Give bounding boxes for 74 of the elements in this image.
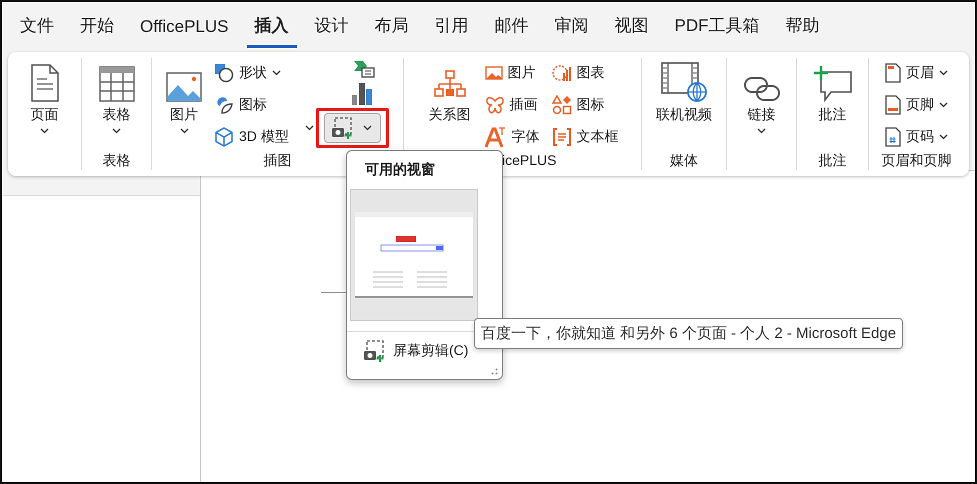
link-icon [742, 76, 780, 102]
shapes-icon [552, 95, 572, 115]
smartart-icon [352, 60, 375, 78]
comment-add-icon [812, 66, 852, 102]
link-button[interactable]: 链接 [738, 58, 784, 136]
3d-model-button[interactable]: 3D 模型 [212, 124, 291, 150]
page-button[interactable]: 页面 [26, 58, 64, 136]
ribbon-tab[interactable]: 布局 [366, 14, 417, 48]
chevron-icon [272, 70, 281, 76]
illustration-button[interactable]: 插画 [482, 92, 542, 118]
chevron-icon [112, 128, 121, 134]
tooltip: 百度一下，你就知道 和另外 6 个页面 - 个人 2 - Microsoft Edge [474, 318, 904, 349]
screenshot-icon [330, 117, 353, 139]
ribbon-tab[interactable]: 引用 [426, 14, 477, 48]
picture-button[interactable]: 图片 [162, 58, 206, 136]
header-button[interactable]: 页眉 [883, 60, 950, 86]
text-box-button[interactable]: 文本框 [550, 124, 620, 150]
font-button[interactable]: 字体 [482, 124, 542, 150]
ribbon-tab[interactable]: 文件 [12, 14, 62, 48]
group-label: icePLUS [502, 152, 556, 168]
ribbon-tab[interactable]: PDF工具箱 [666, 14, 768, 48]
ribbon-tab[interactable]: OfficePLUS [132, 17, 237, 48]
shapes-icon [214, 63, 234, 83]
group-label: 表格 [102, 152, 130, 168]
chevron-icon [180, 128, 188, 134]
film-globe-icon [661, 62, 707, 102]
pie-chart-icon [552, 64, 572, 82]
page-icon [30, 64, 60, 102]
ribbon-tab[interactable]: 开始 [72, 14, 122, 48]
icons-button[interactable]: 图标 [550, 92, 620, 118]
butterfly-icon [484, 95, 504, 115]
ribbon-tab[interactable]: 设计 [306, 14, 357, 48]
table-button[interactable]: 表格 [94, 58, 138, 136]
text-box-icon [552, 127, 572, 147]
page-number-button[interactable]: 页码 [883, 124, 950, 150]
cube-icon [214, 127, 234, 147]
group-label: 媒体 [670, 152, 698, 168]
online-video-button[interactable]: 联机视频 [652, 58, 716, 126]
group-label: 批注 [818, 152, 846, 168]
picture-icon [166, 72, 202, 102]
ribbon-tab[interactable]: 帮助 [778, 14, 828, 48]
chevron-icon [362, 125, 372, 131]
bar-chart-icon [350, 82, 373, 106]
icons-button[interactable]: 图标 [212, 92, 291, 118]
resize-grip-icon [491, 368, 498, 375]
ribbon-tab[interactable]: 审阅 [546, 14, 597, 48]
page-number-icon [885, 127, 901, 147]
ribbon-tab[interactable]: 视图 [606, 14, 657, 48]
chevron-icon [939, 102, 948, 108]
diagram-button[interactable]: 关系图 [424, 58, 474, 126]
comment-button[interactable]: 批注 [808, 58, 856, 126]
menu-title: 可用的视窗 [365, 161, 435, 177]
group-label: 插图 [264, 152, 292, 168]
chart-button[interactable]: 图表 [550, 60, 620, 86]
screenshot-button[interactable] [324, 113, 381, 143]
header-icon [885, 63, 901, 83]
footer-icon [885, 95, 901, 115]
chevron-icon [939, 70, 948, 76]
ribbon-tab[interactable]: 插入 [246, 14, 297, 48]
image-icon [484, 65, 502, 81]
picture-button[interactable]: 图片 [482, 60, 542, 86]
group-label: 页眉和页脚 [882, 152, 952, 168]
chevron-icon [939, 134, 948, 140]
ribbon-tab[interactable]: 邮件 [486, 14, 537, 48]
chevron-icon [757, 128, 766, 134]
table-icon [98, 66, 134, 102]
window-thumbnail-drawing[interactable] [350, 189, 478, 321]
screenshot-icon [363, 340, 385, 362]
footer-button[interactable]: 页脚 [883, 92, 950, 118]
chevron-icon [304, 125, 314, 131]
shapes-button[interactable]: 形状 [212, 60, 291, 86]
font-letter-icon [484, 126, 506, 148]
chevron-icon [40, 128, 49, 134]
dropdown-button[interactable] [302, 123, 316, 133]
